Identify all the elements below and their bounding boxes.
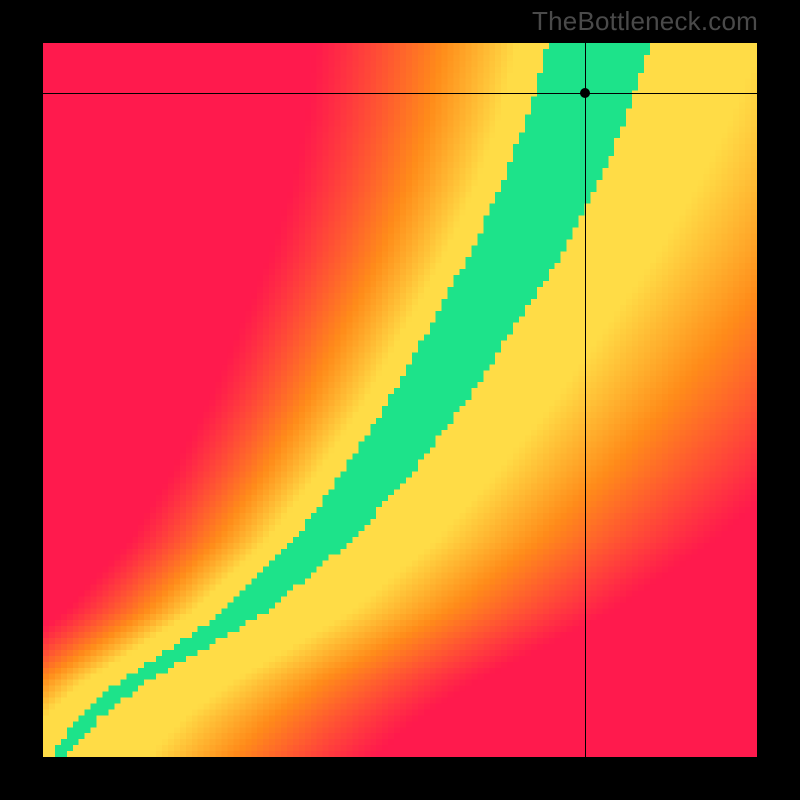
chart-frame: TheBottleneck.com — [0, 0, 800, 800]
crosshair-horizontal — [43, 93, 757, 94]
selection-marker[interactable] — [580, 88, 590, 98]
heatmap-canvas — [43, 43, 757, 757]
heatmap-plot — [43, 43, 757, 757]
watermark-text: TheBottleneck.com — [532, 6, 758, 37]
crosshair-vertical — [585, 43, 586, 757]
